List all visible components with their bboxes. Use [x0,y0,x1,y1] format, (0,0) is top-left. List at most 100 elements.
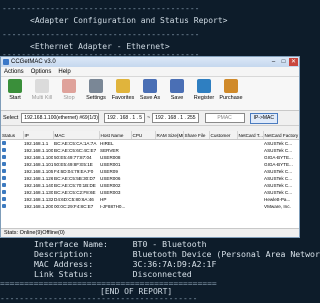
table-cell [155,168,183,175]
table-cell [155,161,183,168]
column-header[interactable]: NetCard T... [237,131,264,140]
table-cell: 192.168.1.100 [24,148,53,153]
status-cell [1,147,23,154]
table-cell: 50:E5:49:77:87:04 [54,155,92,160]
terminal-divider: ----------------------------------------… [0,294,198,303]
terminal-divider: ----------------------------------------… [2,4,200,13]
table-cell [237,175,263,182]
toolbar-button-label: Register [193,95,215,101]
toolbar-button-purchase[interactable]: Purchase [219,79,243,101]
table-cell [183,203,209,210]
table-row[interactable]: 192.168.1.200 00:0C:29:F4:8C:E7 I-JF887H0.… [1,203,299,210]
table-cell: GIGA-BYTE... [264,162,293,167]
title-bar: CCGetMAC v3.0 – □ ✕ [1,57,299,67]
column-header[interactable]: Status [1,131,24,140]
table-cell [183,140,209,148]
toolbar-button-label: Multi Kill [31,95,53,101]
purchase-icon [224,79,238,93]
menu-help[interactable]: Help [58,69,70,75]
ip-to-mac-button[interactable]: IP->MAC [249,112,278,124]
status-cell [1,154,23,161]
favorites-icon [116,79,130,93]
column-header[interactable]: CPU [131,131,156,140]
table-cell: BC:AE:C5:70:1B:DE [54,183,96,188]
ip-from-input[interactable]: 192 . 168 . 1 . 5 [104,113,146,123]
toolbar-button-settings[interactable]: Settings [84,79,108,101]
table-cell: BC:AE:C5:6C:4C:E7 [54,148,97,153]
results-table: StatusIPMACHost NameCPURAM Size(MB)Share… [1,131,299,229]
table-cell [131,161,155,168]
terminal-divider: ----------------------------------------… [2,30,200,39]
online-status-icon [2,197,6,201]
table-cell [209,196,237,203]
adapter-select[interactable]: 192.168.1.100(ethernet) #69(1/3) [21,113,100,123]
table-cell [131,147,155,154]
table-cell [209,140,237,148]
table-cell: HP [100,197,107,202]
column-header[interactable]: MAC [53,131,100,140]
online-status-icon [2,162,6,166]
column-header[interactable]: NetCard Factory [263,131,299,140]
table-cell [131,182,155,189]
table-row[interactable]: 192.168.1.100 BC:AE:C5:6C:4C:E7 SERVER ASUS… [1,147,299,154]
column-header[interactable]: RAM Size(MB) [155,131,184,140]
table-row[interactable]: 192.168.1.105 F4:6D:04:79:EA:F0 USER09 ASUS… [1,168,299,175]
select-label: Select [3,115,19,121]
toolbar-button-multi-kill[interactable]: Multi Kill [30,79,54,101]
toolbar-button-label: Favorites [111,95,135,101]
save-icon [170,79,184,93]
table-cell: ASUSTek C... [264,176,293,181]
table-cell: 192.168.1.100 [24,155,53,160]
table-cell: USER09 [100,169,118,174]
table-cell [209,203,237,210]
table-cell: 192.168.1.132 [24,197,53,202]
table-header: StatusIPMACHost NameCPURAM Size(MB)Share… [1,131,299,140]
toolbar-button-label: Save As [139,95,161,101]
ip-to-input[interactable]: 192 . 168 . 1 . 255 [152,113,199,123]
status-cell [1,182,23,189]
online-status-icon [2,141,6,145]
toolbar-button-favorites[interactable]: Favorites [111,79,135,101]
toolbar-button-save[interactable]: Save [165,79,189,101]
minimize-button[interactable]: – [269,58,278,66]
host-input[interactable]: PMAC [204,113,245,123]
online-status-icon [2,155,6,159]
table-cell: HIREL [100,141,114,146]
toolbar-button-save-as[interactable]: Save As [138,79,162,101]
table-row[interactable]: 192.168.1.1 BC:AE:C5:CA:1A:7A HIREL ASUSTek… [1,140,299,148]
table-cell [209,189,237,196]
settings-icon [89,79,103,93]
column-header[interactable]: Customer [209,131,238,140]
link-status-line: Link Status: Disconnected [34,269,192,279]
table-cell [237,189,263,196]
menu-actions[interactable]: Actions [4,69,24,75]
table-row[interactable]: 192.168.1.130 BC:AE:C5:C2:F8:6E USER003 ASU… [1,189,299,196]
toolbar-button-start[interactable]: Start [3,79,27,101]
table-row[interactable]: 192.168.1.132 D4:6D:C5:80:6A:46 HP Hewlett-… [1,196,299,203]
table-row[interactable]: 192.168.1.101 50:E5:49:8F:E5:1E USER001 GIG… [1,161,299,168]
app-icon [3,59,9,65]
play-icon [8,79,22,93]
table-cell: 50:E5:49:8F:E5:1E [54,162,93,167]
table-cell [155,140,183,148]
column-header[interactable]: IP [23,131,54,140]
table-row[interactable]: 192.168.1.140 BC:AE:C5:70:1B:DE USER002 ASU… [1,182,299,189]
table-cell: BC:AE:C5:5B:30:D7 [54,176,96,181]
table-cell [131,140,155,148]
toolbar-button-stop[interactable]: Stop [57,79,81,101]
status-cell [1,196,23,203]
status-cell [1,175,23,182]
column-header[interactable]: Share File [183,131,210,140]
table-row[interactable]: 192.168.1.126 BC:AE:C5:5B:30:D7 USER006 ASU… [1,175,299,182]
table-cell [131,175,155,182]
maximize-button[interactable]: □ [279,58,288,66]
table-cell: GIGA-BYTE... [264,155,293,160]
toolbar-button-register[interactable]: Register [192,79,216,101]
menu-options[interactable]: Options [31,69,52,75]
column-header[interactable]: Host Name [99,131,132,140]
online-status-icon [2,204,6,208]
table-cell [155,175,183,182]
close-button[interactable]: ✕ [289,58,298,66]
table-cell [183,147,209,154]
table-row[interactable]: 192.168.1.100 50:E5:49:77:87:04 USER008 GIG… [1,154,299,161]
